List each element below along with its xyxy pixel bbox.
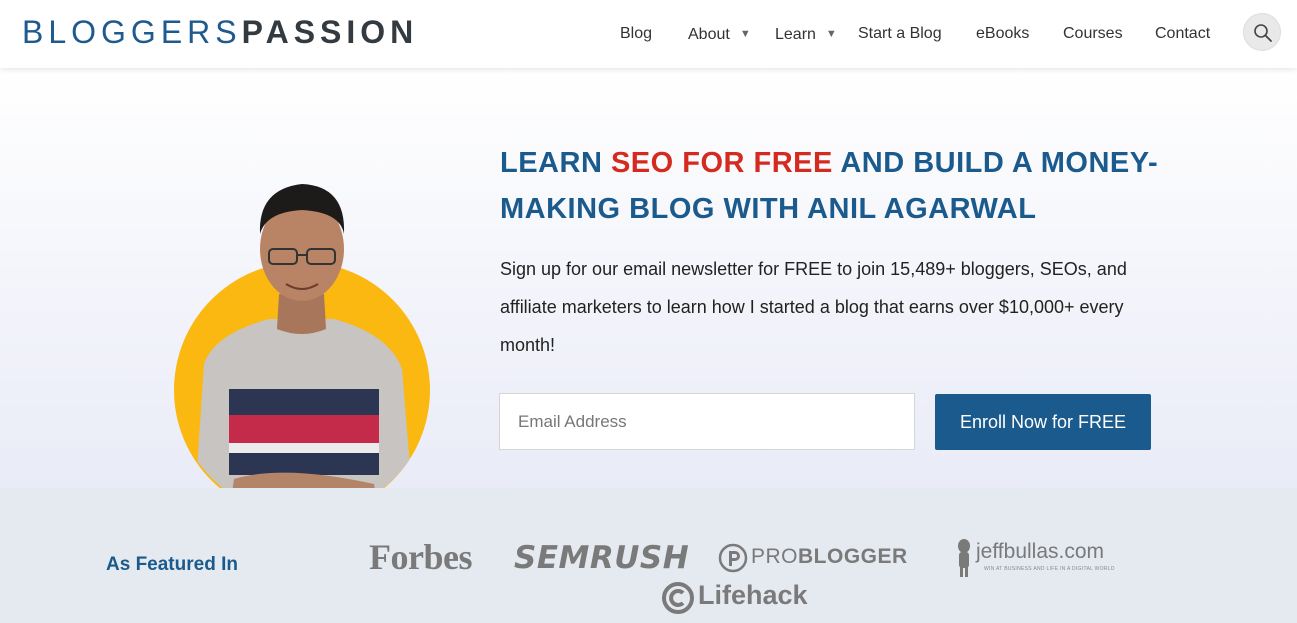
site-logo[interactable]: BLOGGERSPASSION [22,14,418,50]
lifehack-icon [662,582,694,614]
jeffbullas-figure-icon [958,539,970,577]
nav-item-ebooks[interactable]: eBooks [976,22,1029,46]
logo-part-2: PASSION [241,14,419,50]
hero-description: Sign up for our email newsletter for FRE… [500,259,1127,355]
forbes-logo: Forbes [369,537,472,577]
nav-item-blog[interactable]: Blog [620,22,652,46]
site-header: BLOGGERSPASSION Blog About ▼ Learn ▼ Start… [0,0,1297,68]
author-photo [194,184,414,514]
problogger-icon [718,543,748,573]
search-icon [1254,24,1272,42]
hero-headline: LEARN SEO FOR FREE AND BUILD A MONEY-MAK… [500,140,1180,232]
nav-label: Blog [620,25,653,42]
author-avatar [174,134,432,518]
problogger-blogger: BLOGGER [798,545,908,568]
semrush-logo: SEMRUSH [514,540,690,576]
problogger-wordmark: PROBLOGGER [751,545,908,569]
nav-item-start-a-blog[interactable]: Start a Blog [858,22,942,46]
nav-item-about[interactable]: About ▼ [688,22,751,47]
nav-item-courses[interactable]: Courses [1063,22,1123,46]
dropdown-caret-icon: ▼ [825,28,837,40]
lifehack-wordmark: Lifehack [698,580,808,610]
jeffbullas-tagline: WIN AT BUSINESS AND LIFE IN A DIGITAL WO… [984,566,1115,572]
featured-section: As Featured In Forbes SEMRUSH PROBLOGGER… [0,488,1297,623]
nav-item-contact[interactable]: Contact [1155,22,1210,46]
enroll-button[interactable]: Enroll Now for FREE [935,394,1151,450]
headline-part-1: LEARN [500,147,611,179]
hero-section: LEARN SEO FOR FREE AND BUILD A MONEY-MAK… [0,68,1297,518]
nav-label: Start a Blog [858,25,942,42]
jeffbullas-wordmark: jeffbullas.com [976,540,1105,563]
nav-label: About [688,26,730,43]
nav-label: eBooks [976,25,1030,42]
logo-part-1: BLOGGERS [22,14,242,50]
email-field[interactable] [499,393,915,450]
headline-highlight: SEO FOR FREE [610,147,833,179]
dropdown-caret-icon: ▼ [739,28,751,40]
nav-item-learn[interactable]: Learn ▼ [775,22,837,47]
problogger-pro: PRO [751,545,799,568]
featured-label: As Featured In [106,554,238,575]
nav-label: Learn [775,26,816,43]
nav-label: Courses [1063,25,1123,42]
nav-label: Contact [1155,25,1211,42]
search-button[interactable] [1243,13,1281,51]
